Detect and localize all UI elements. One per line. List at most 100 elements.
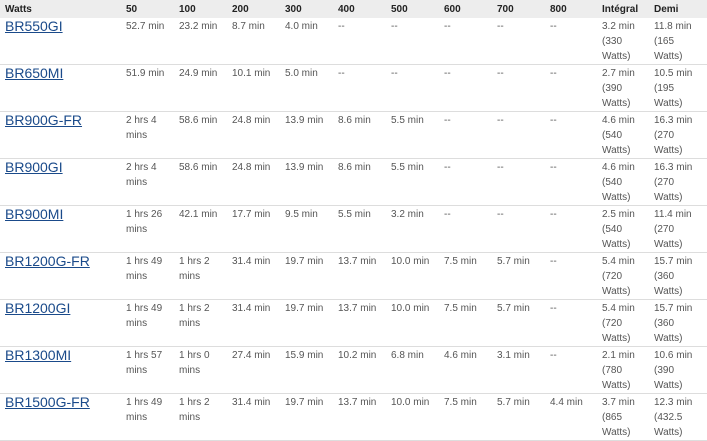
runtime-cell: 2 hrs 4 mins bbox=[122, 111, 175, 159]
runtime-cell: 5.5 min bbox=[387, 158, 440, 206]
runtime-cell: 15.7 min (360 Watts) bbox=[650, 299, 707, 347]
runtime-cell: 7.5 min bbox=[440, 393, 493, 441]
runtime-cell: 2 hrs 4 mins bbox=[122, 158, 175, 206]
runtime-cell: 3.2 min (330 Watts) bbox=[598, 18, 650, 65]
runtime-cell: 16.3 min (270 Watts) bbox=[650, 111, 707, 159]
model-cell: BR1200G-FR bbox=[0, 252, 122, 300]
runtime-cell: 10.0 min bbox=[387, 299, 440, 347]
runtime-cell: 24.8 min bbox=[228, 158, 281, 206]
table-row: BR550GI 52.7 min 23.2 min 8.7 min 4.0 min -- -… bbox=[0, 18, 707, 65]
runtime-cell: 5.5 min bbox=[334, 205, 387, 253]
model-link[interactable]: BR650MI bbox=[5, 65, 63, 81]
column-header: 300 bbox=[281, 0, 334, 18]
runtime-cell: 7.5 min bbox=[440, 299, 493, 347]
runtime-cell: -- bbox=[334, 64, 387, 112]
model-cell: BR1300MI bbox=[0, 346, 122, 394]
runtime-cell: 10.0 min bbox=[387, 393, 440, 441]
runtime-cell: 10.0 min bbox=[387, 252, 440, 300]
column-header: 500 bbox=[387, 0, 440, 18]
runtime-cell: 5.7 min bbox=[493, 299, 546, 347]
runtime-cell: 5.7 min bbox=[493, 252, 546, 300]
runtime-cell: -- bbox=[546, 64, 598, 112]
model-link[interactable]: BR900MI bbox=[5, 206, 63, 222]
runtime-cell: -- bbox=[334, 18, 387, 65]
runtime-cell: 2.7 min (390 Watts) bbox=[598, 64, 650, 112]
runtime-cell: 2.1 min (780 Watts) bbox=[598, 346, 650, 394]
column-header: Demi bbox=[650, 0, 707, 18]
model-link[interactable]: BR1200GI bbox=[5, 300, 70, 316]
column-header-watts: Watts bbox=[0, 0, 122, 18]
runtime-cell: 11.4 min (270 Watts) bbox=[650, 205, 707, 253]
runtime-cell: 5.5 min bbox=[387, 111, 440, 159]
runtime-cell: 13.7 min bbox=[334, 393, 387, 441]
runtime-cell: 1 hrs 49 mins bbox=[122, 299, 175, 347]
runtime-cell: -- bbox=[493, 18, 546, 65]
runtime-cell: 19.7 min bbox=[281, 299, 334, 347]
runtime-cell: 7.5 min bbox=[440, 252, 493, 300]
runtime-cell: 3.1 min bbox=[493, 346, 546, 394]
table-body: BR550GI 52.7 min 23.2 min 8.7 min 4.0 min -- -… bbox=[0, 18, 707, 441]
runtime-cell: 1 hrs 2 mins bbox=[175, 299, 228, 347]
runtime-cell: 17.7 min bbox=[228, 205, 281, 253]
runtime-cell: 1 hrs 49 mins bbox=[122, 252, 175, 300]
runtime-cell: 4.0 min bbox=[281, 18, 334, 65]
model-cell: BR900MI bbox=[0, 205, 122, 253]
runtime-cell: 15.9 min bbox=[281, 346, 334, 394]
column-header: 800 bbox=[546, 0, 598, 18]
runtime-cell: -- bbox=[546, 252, 598, 300]
runtime-cell: 13.7 min bbox=[334, 252, 387, 300]
runtime-cell: 58.6 min bbox=[175, 158, 228, 206]
column-header: 50 bbox=[122, 0, 175, 18]
runtime-cell: -- bbox=[387, 18, 440, 65]
runtime-cell: 3.7 min (865 Watts) bbox=[598, 393, 650, 441]
model-cell: BR900GI bbox=[0, 158, 122, 206]
runtime-cell: 24.9 min bbox=[175, 64, 228, 112]
runtime-cell: 1 hrs 2 mins bbox=[175, 393, 228, 441]
runtime-cell: -- bbox=[546, 18, 598, 65]
model-link[interactable]: BR1200G-FR bbox=[5, 253, 90, 269]
model-link[interactable]: BR900G-FR bbox=[5, 112, 82, 128]
runtime-cell: 4.6 min bbox=[440, 346, 493, 394]
runtime-cell: 5.4 min (720 Watts) bbox=[598, 299, 650, 347]
runtime-cell: 51.9 min bbox=[122, 64, 175, 112]
column-header: 200 bbox=[228, 0, 281, 18]
runtime-cell: 10.6 min (390 Watts) bbox=[650, 346, 707, 394]
runtime-cell: 31.4 min bbox=[228, 299, 281, 347]
column-header: 400 bbox=[334, 0, 387, 18]
runtime-cell: 5.4 min (720 Watts) bbox=[598, 252, 650, 300]
model-link[interactable]: BR900GI bbox=[5, 159, 63, 175]
model-link[interactable]: BR1300MI bbox=[5, 347, 71, 363]
runtime-cell: -- bbox=[440, 18, 493, 65]
table-row: BR1500G-FR 1 hrs 49 mins 1 hrs 2 mins 31.4 … bbox=[0, 393, 707, 441]
runtime-cell: 1 hrs 0 mins bbox=[175, 346, 228, 394]
header-row: Watts 50 100 200 300 400 500 600 700 800 Intégral D… bbox=[0, 0, 707, 18]
runtime-cell: -- bbox=[546, 205, 598, 253]
runtime-cell: -- bbox=[387, 64, 440, 112]
runtime-cell: -- bbox=[546, 158, 598, 206]
runtime-cell: 58.6 min bbox=[175, 111, 228, 159]
runtime-cell: -- bbox=[546, 111, 598, 159]
runtime-cell: 13.9 min bbox=[281, 158, 334, 206]
runtime-cell: 11.8 min (165 Watts) bbox=[650, 18, 707, 65]
runtime-cell: 16.3 min (270 Watts) bbox=[650, 158, 707, 206]
model-link[interactable]: BR550GI bbox=[5, 18, 63, 34]
model-cell: BR550GI bbox=[0, 18, 122, 65]
table-row: BR900MI 1 hrs 26 mins 42.1 min 17.7 min 9.5 … bbox=[0, 205, 707, 253]
runtime-cell: 1 hrs 57 mins bbox=[122, 346, 175, 394]
runtime-cell: -- bbox=[546, 346, 598, 394]
table-header: Watts 50 100 200 300 400 500 600 700 800 Intégral D… bbox=[0, 0, 707, 18]
runtime-cell: 10.5 min (195 Watts) bbox=[650, 64, 707, 112]
runtime-cell: 6.8 min bbox=[387, 346, 440, 394]
runtime-cell: 1 hrs 49 mins bbox=[122, 393, 175, 441]
column-header: 100 bbox=[175, 0, 228, 18]
model-link[interactable]: BR1500G-FR bbox=[5, 394, 90, 410]
model-cell: BR1500G-FR bbox=[0, 393, 122, 441]
runtime-cell: 8.6 min bbox=[334, 158, 387, 206]
runtime-cell: 42.1 min bbox=[175, 205, 228, 253]
model-cell: BR900G-FR bbox=[0, 111, 122, 159]
runtime-cell: -- bbox=[440, 111, 493, 159]
runtime-cell: -- bbox=[440, 64, 493, 112]
runtime-cell: 23.2 min bbox=[175, 18, 228, 65]
runtime-cell: -- bbox=[493, 158, 546, 206]
runtime-cell: 31.4 min bbox=[228, 252, 281, 300]
